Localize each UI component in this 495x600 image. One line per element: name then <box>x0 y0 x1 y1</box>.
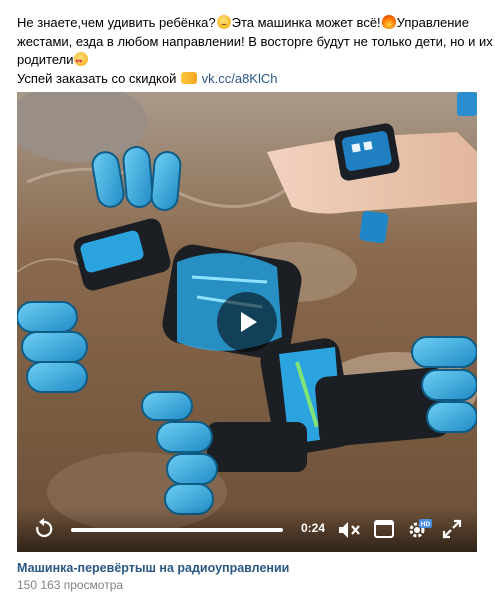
fire-emoji <box>381 15 396 29</box>
hd-badge: HD <box>421 521 431 528</box>
heart-eyes-emoji <box>74 52 89 72</box>
post-text-segment: Управление <box>396 15 469 30</box>
post-text-segment: Успей заказать со скидкой <box>17 70 177 86</box>
fullscreen-icon[interactable] <box>442 519 462 539</box>
current-time: 0:24 <box>301 521 326 535</box>
post-line-3: родители <box>17 51 479 72</box>
post-text: Не знаете,чем удивить ребёнка? Эта машинк… <box>17 14 493 89</box>
post-line-4: Успей заказать со скидкой vk.cc/a8KlCh <box>17 70 479 89</box>
progress-bar[interactable] <box>71 528 283 532</box>
post-text-segment: Эта машинка может всё! <box>231 15 381 30</box>
post-text-segment: родители <box>17 52 74 67</box>
post-text-segment: Не знаете,чем удивить ребёнка? <box>17 15 216 30</box>
post-line-2: жестами, езда в любом направлении! В вос… <box>17 33 493 49</box>
progress-fill <box>71 528 283 532</box>
video-player[interactable]: 0:24 HD <box>17 92 477 552</box>
pointing-hand-emoji <box>181 71 197 84</box>
play-button[interactable] <box>217 292 277 352</box>
post-line-1: Не знаете,чем удивить ребёнка? Эта машинк… <box>17 14 479 33</box>
mute-icon[interactable] <box>337 519 361 541</box>
thinking-face-emoji <box>216 15 231 29</box>
video-title-link[interactable]: Машинка-перевёртыш на радиоуправлении <box>17 561 289 575</box>
video-controls: 0:24 HD <box>17 508 477 552</box>
promo-link[interactable]: vk.cc/a8KlCh <box>202 71 278 86</box>
replay-icon[interactable] <box>33 518 55 540</box>
settings-hd-icon[interactable]: HD <box>406 517 432 541</box>
play-icon <box>241 312 257 332</box>
miniplayer-icon[interactable] <box>374 520 394 538</box>
view-count: 150 163 просмотра <box>17 578 124 592</box>
